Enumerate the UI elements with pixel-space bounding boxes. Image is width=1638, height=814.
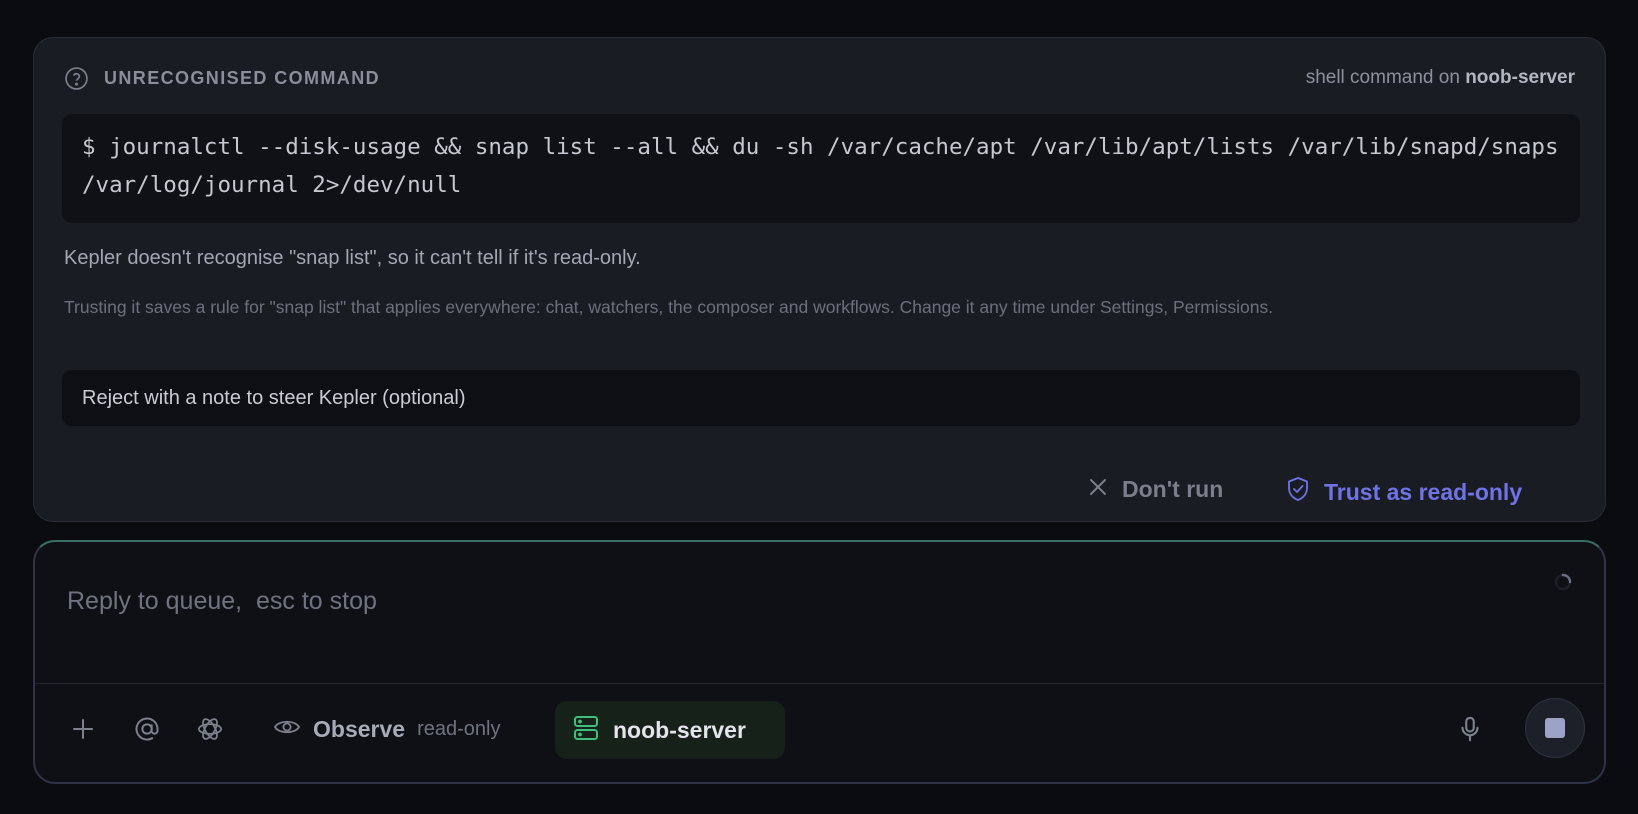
x-icon bbox=[1088, 476, 1108, 503]
openai-icon[interactable] bbox=[195, 714, 225, 744]
at-icon[interactable] bbox=[132, 714, 162, 744]
observe-label: Observe bbox=[313, 715, 406, 742]
approval-message: Kepler doesn't recognise "snap list", so… bbox=[64, 247, 641, 269]
stop-button[interactable] bbox=[1525, 698, 1585, 758]
microphone-icon[interactable] bbox=[1455, 714, 1485, 744]
loading-spinner-icon bbox=[1553, 572, 1573, 592]
observe-mode-toggle[interactable]: Observe read-only bbox=[273, 714, 500, 744]
dont-run-label: Don't run bbox=[1122, 476, 1224, 502]
dont-run-button[interactable]: Don't run bbox=[1088, 476, 1223, 503]
trust-read-only-button[interactable]: Trust as read-only bbox=[1286, 476, 1522, 508]
trust-label: Trust as read-only bbox=[1324, 478, 1523, 505]
reply-input[interactable] bbox=[65, 582, 1449, 620]
server-icon bbox=[573, 715, 599, 746]
reject-note-input[interactable] bbox=[62, 370, 1580, 426]
context-server: noob-server bbox=[1465, 67, 1575, 88]
composer: Observe read-only noob-server bbox=[33, 540, 1606, 784]
context-prefix: shell command on bbox=[1305, 67, 1460, 88]
plus-icon[interactable] bbox=[68, 714, 98, 744]
server-chip[interactable]: noob-server bbox=[555, 701, 785, 759]
composer-toolbar: Observe read-only noob-server bbox=[35, 684, 1604, 782]
approval-header: UNRECOGNISED COMMAND shell command on no… bbox=[64, 66, 1575, 90]
command-text: $ journalctl --disk-usage && snap list -… bbox=[82, 134, 1573, 198]
observe-mode-desc: read-only bbox=[417, 717, 501, 740]
eye-icon bbox=[273, 717, 301, 742]
approval-title: UNRECOGNISED COMMAND bbox=[104, 67, 381, 88]
question-circle-icon bbox=[64, 66, 89, 91]
approval-context: shell command on noob-server bbox=[1306, 67, 1575, 89]
approval-card: UNRECOGNISED COMMAND shell command on no… bbox=[33, 37, 1606, 522]
approval-detail: Trusting it saves a rule for "snap list"… bbox=[64, 297, 1274, 317]
command-block: $ journalctl --disk-usage && snap list -… bbox=[62, 114, 1580, 223]
shield-check-icon bbox=[1286, 476, 1310, 508]
server-name: noob-server bbox=[613, 716, 746, 743]
stop-icon bbox=[1545, 718, 1565, 738]
